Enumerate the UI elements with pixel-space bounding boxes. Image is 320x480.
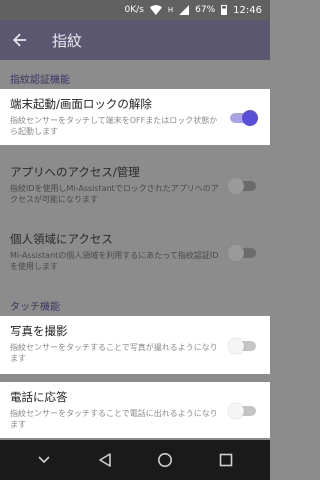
signal-icon	[179, 5, 190, 15]
setting-description: 指紋センサーをタッチすることで写真が撮れるようになります	[10, 343, 218, 363]
back-arrow-icon[interactable]	[0, 20, 40, 60]
chevron-down-icon[interactable]	[29, 445, 59, 475]
setting-title: 個人領域にアクセス	[10, 232, 113, 246]
answer-call-toggle[interactable]	[228, 403, 256, 419]
battery-percent: 67%	[195, 5, 216, 15]
setting-item-take-photo[interactable]: 写真を撮影 指紋センサーをタッチすることで写真が撮れるようになります	[0, 316, 270, 374]
toggle-knob	[242, 110, 258, 126]
network-speed: 0K/s	[124, 5, 144, 15]
status-bar: 0K/s H 67% 12:46	[0, 0, 270, 20]
toggle-knob	[228, 245, 244, 261]
battery-icon	[221, 5, 228, 15]
toggle-knob	[228, 403, 244, 419]
page-title: 指紋	[52, 31, 83, 50]
setting-title: 端末起動/画面ロックの解除	[10, 97, 152, 111]
setting-title: 写真を撮影	[10, 324, 68, 338]
back-triangle-icon[interactable]	[90, 445, 120, 475]
setting-item-app-access: アプリへのアクセス/管理 指紋IDを使用しMi-Assistantでロックされた…	[0, 157, 270, 213]
setting-item-private-area: 個人領域にアクセス Mi-Assistantの個人領域を利用するにあたって指紋認…	[0, 224, 270, 280]
setting-item-answer-call[interactable]: 電話に応答 指紋センサーをタッチすることで電話に出れるようになります	[0, 382, 270, 438]
setting-title: アプリへのアクセス/管理	[10, 165, 140, 179]
toggle-knob	[228, 178, 244, 194]
clock: 12:46	[233, 4, 262, 16]
toggle-knob	[228, 338, 244, 354]
app-bar: 指紋	[0, 20, 270, 60]
signal-label: H	[167, 6, 174, 14]
section-header-fingerprint-auth: 指紋認証機能	[10, 74, 70, 86]
setting-description: 指紋センサーをタッチすることで電話に出れるようになります	[10, 409, 218, 429]
setting-item-unlock[interactable]: 端末起動/画面ロックの解除 指紋センサーをタッチして端末をOFFまたはロック状態…	[0, 89, 270, 145]
recents-square-icon[interactable]	[211, 445, 241, 475]
setting-description: 指紋センサーをタッチして端末をOFFまたはロック状態から起動します	[10, 116, 218, 136]
setting-description: Mi-Assistantの個人領域を利用するにあたって指紋認証IDを使用します	[10, 251, 219, 271]
unlock-toggle[interactable]	[230, 110, 258, 126]
home-circle-icon[interactable]	[150, 445, 180, 475]
wifi-icon	[150, 5, 162, 15]
navigation-bar	[0, 440, 270, 480]
take-photo-toggle[interactable]	[228, 338, 256, 354]
section-header-touch: タッチ機能	[10, 301, 60, 313]
private-area-toggle	[228, 245, 256, 261]
setting-description: 指紋IDを使用しMi-Assistantでロックされたアプリへのアクセスが可能に…	[10, 184, 219, 204]
app-access-toggle	[228, 178, 256, 194]
setting-title: 電話に応答	[10, 390, 68, 404]
